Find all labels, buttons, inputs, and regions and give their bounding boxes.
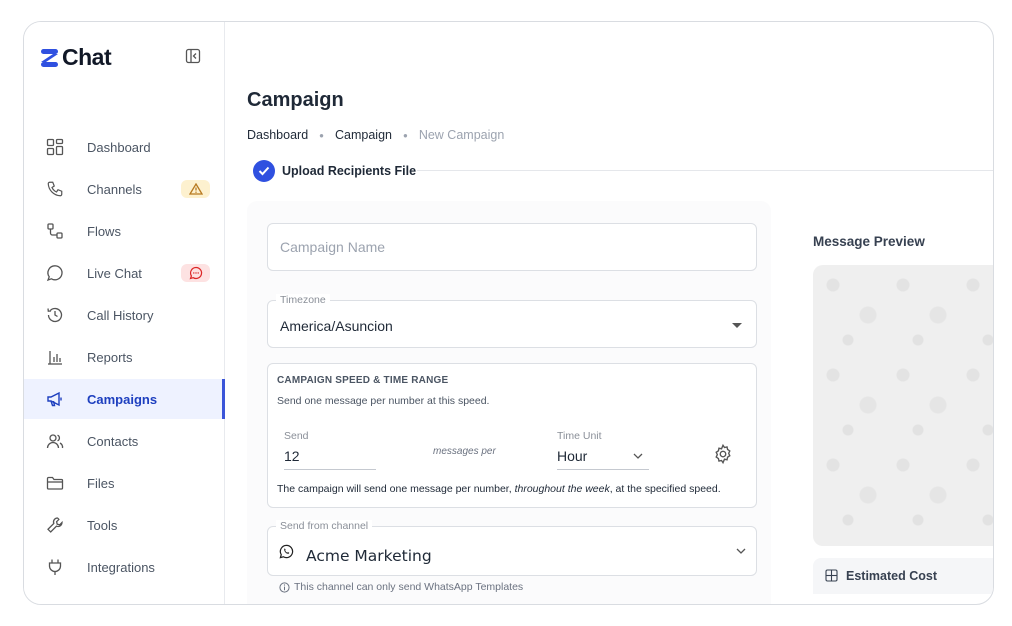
sidebar-item-contacts[interactable]: Contacts bbox=[24, 421, 224, 461]
flow-icon bbox=[45, 221, 65, 241]
breadcrumb: Dashboard ● Campaign ● New Campaign bbox=[247, 128, 504, 142]
chat-bubble-icon bbox=[45, 263, 65, 283]
speed-note-prefix: The campaign will send one message per n… bbox=[277, 483, 515, 495]
messages-per-text: messages per bbox=[433, 446, 496, 457]
speed-note-emphasis: throughout the week bbox=[514, 483, 610, 495]
breadcrumb-separator-icon: ● bbox=[319, 130, 324, 140]
collapse-sidebar-icon[interactable] bbox=[185, 48, 201, 64]
stepper: Upload Recipients File bbox=[253, 160, 993, 182]
sidebar-item-label: Contacts bbox=[87, 433, 139, 449]
logo-mark-icon bbox=[41, 48, 58, 67]
sidebar-item-dashboard[interactable]: Dashboard bbox=[24, 127, 224, 167]
step-complete-check-icon bbox=[253, 160, 275, 182]
gear-icon[interactable] bbox=[712, 443, 734, 465]
timezone-label: Timezone bbox=[276, 294, 330, 306]
chevron-down-icon bbox=[736, 548, 746, 554]
sidebar-item-reports[interactable]: Reports bbox=[24, 337, 224, 377]
estimated-cost-label: Estimated Cost bbox=[846, 569, 937, 583]
sidebar-item-files[interactable]: Files bbox=[24, 463, 224, 503]
users-icon bbox=[45, 431, 65, 451]
phone-icon bbox=[45, 179, 65, 199]
sidebar-item-campaigns[interactable]: Campaigns bbox=[24, 379, 225, 419]
whatsapp-icon bbox=[279, 544, 294, 559]
speed-note-suffix: , at the specified speed. bbox=[609, 483, 721, 495]
sidebar-item-label: Dashboard bbox=[87, 139, 151, 155]
caret-down-icon bbox=[732, 323, 742, 328]
timezone-value: America/Asuncion bbox=[280, 318, 393, 334]
folder-icon bbox=[45, 473, 65, 493]
sidebar-item-label: Live Chat bbox=[87, 265, 142, 281]
speed-note: The campaign will send one message per n… bbox=[277, 483, 721, 495]
breadcrumb-new-campaign: New Campaign bbox=[418, 128, 505, 142]
sidebar-item-label: Tools bbox=[87, 517, 118, 533]
sidebar-item-label: Integrations bbox=[87, 559, 155, 575]
message-preview-area bbox=[813, 265, 993, 546]
time-unit-select[interactable]: Hour bbox=[557, 445, 649, 470]
send-from-channel-select[interactable]: Send from channel Acme Marketing bbox=[267, 520, 757, 576]
app-name: Chat bbox=[62, 44, 112, 70]
sidebar-item-label: Channels bbox=[87, 181, 142, 197]
info-icon bbox=[279, 581, 290, 593]
message-preview-title: Message Preview bbox=[813, 234, 925, 249]
logo: Chat bbox=[41, 44, 112, 71]
sidebar-item-channels[interactable]: Channels bbox=[24, 169, 224, 209]
campaign-form: Campaign Name Timezone America/Asuncion … bbox=[247, 201, 771, 604]
page-title: Campaign bbox=[247, 89, 344, 111]
sidebar-item-label: Call History bbox=[87, 307, 154, 323]
plug-icon bbox=[45, 557, 65, 577]
channel-note: This channel can only send WhatsApp Temp… bbox=[279, 581, 523, 593]
sidebar-item-tools[interactable]: Tools bbox=[24, 505, 224, 545]
campaign-speed-panel: CAMPAIGN SPEED & TIME RANGE Send one mes… bbox=[267, 363, 757, 508]
message-alert-icon bbox=[189, 266, 202, 280]
time-unit-value: Hour bbox=[557, 448, 588, 464]
timezone-select[interactable]: Timezone America/Asuncion bbox=[267, 294, 757, 348]
send-count-input[interactable]: 12 bbox=[284, 445, 376, 470]
sidebar-item-flows[interactable]: Flows bbox=[24, 211, 224, 251]
main-content: Campaign Dashboard ● Campaign ● New Camp… bbox=[225, 22, 993, 604]
campaign-name-input[interactable]: Campaign Name bbox=[267, 223, 757, 271]
channel-note-text: This channel can only send WhatsApp Temp… bbox=[294, 581, 524, 593]
app-window: Chat Dashboard Channels Flows Live Chat … bbox=[23, 21, 994, 605]
sidebar-item-label: Flows bbox=[87, 223, 121, 239]
channel-label: Send from channel bbox=[276, 520, 373, 532]
sidebar-item-integrations[interactable]: Integrations bbox=[24, 547, 224, 587]
bar-chart-icon bbox=[45, 347, 65, 367]
step-label: Upload Recipients File bbox=[282, 164, 417, 178]
breadcrumb-campaign[interactable]: Campaign bbox=[335, 128, 392, 142]
step-connector bbox=[417, 170, 993, 171]
warning-badge bbox=[181, 180, 210, 198]
wrench-icon bbox=[45, 515, 65, 535]
megaphone-icon bbox=[45, 389, 65, 409]
send-label: Send bbox=[284, 430, 309, 442]
grid-icon bbox=[45, 137, 65, 157]
campaign-name-placeholder: Campaign Name bbox=[280, 239, 386, 255]
warning-icon bbox=[188, 183, 203, 195]
speed-title: CAMPAIGN SPEED & TIME RANGE bbox=[277, 375, 449, 386]
sidebar-item-live-chat[interactable]: Live Chat bbox=[24, 253, 224, 293]
calculator-icon bbox=[825, 569, 838, 582]
time-unit-label: Time Unit bbox=[557, 430, 602, 442]
breadcrumb-dashboard[interactable]: Dashboard bbox=[247, 128, 308, 142]
sidebar-item-label: Files bbox=[87, 475, 115, 491]
sidebar-item-call-history[interactable]: Call History bbox=[24, 295, 224, 335]
sidebar-item-label: Campaigns bbox=[87, 391, 158, 407]
chevron-down-icon bbox=[633, 453, 643, 459]
breadcrumb-separator-icon: ● bbox=[402, 130, 408, 140]
message-alert-badge bbox=[181, 264, 210, 282]
sidebar-item-label: Reports bbox=[87, 349, 133, 365]
estimated-cost-bar[interactable]: Estimated Cost bbox=[813, 558, 993, 594]
channel-value: Acme Marketing bbox=[306, 547, 432, 565]
history-icon bbox=[45, 305, 65, 325]
speed-subtitle: Send one message per number at this spee… bbox=[277, 395, 490, 407]
sidebar: Chat Dashboard Channels Flows Live Chat … bbox=[24, 22, 225, 604]
